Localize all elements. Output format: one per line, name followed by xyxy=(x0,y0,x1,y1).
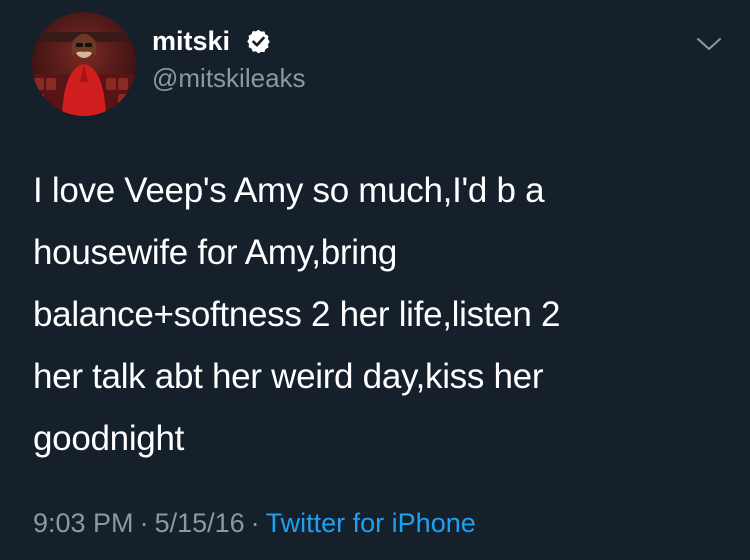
handle[interactable]: @mitskileaks xyxy=(152,62,306,94)
tweet-text: I love Veep's Amy so much,I'd b a housew… xyxy=(33,171,561,458)
tweet: mitski @mitskileaks I love Veep's Amy so… xyxy=(0,0,750,560)
avatar-image xyxy=(32,12,136,116)
display-name[interactable]: mitski xyxy=(152,24,230,58)
chevron-down-icon[interactable] xyxy=(695,34,723,54)
verified-badge-icon xyxy=(247,29,270,54)
tweet-time[interactable]: 9:03 PM xyxy=(33,508,134,538)
meta-separator: · xyxy=(250,508,260,538)
avatar[interactable] xyxy=(32,12,136,116)
meta-separator: · xyxy=(139,508,149,538)
tweet-date[interactable]: 5/15/16 xyxy=(155,508,245,538)
tweet-meta: 9:03 PM · 5/15/16 · Twitter for iPhone xyxy=(33,503,476,543)
tweet-source-link[interactable]: Twitter for iPhone xyxy=(266,508,476,538)
